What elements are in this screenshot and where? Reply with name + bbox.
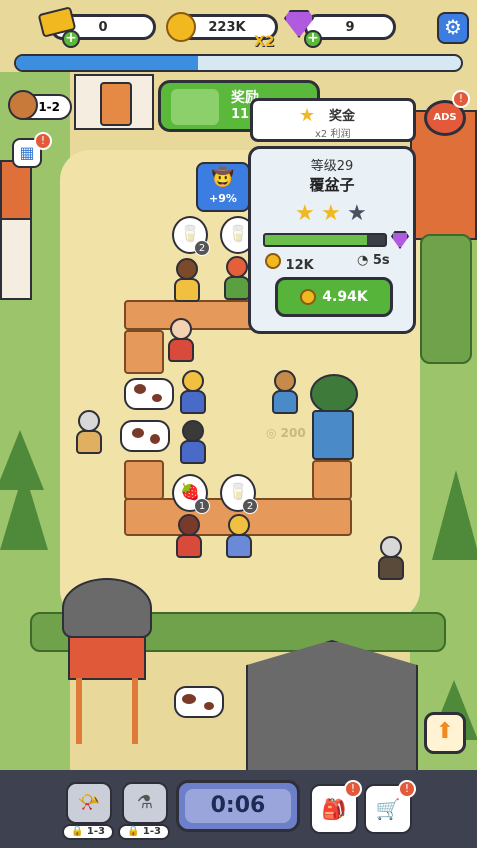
cow[interactable] [174, 686, 224, 718]
left-house-roof [0, 160, 32, 220]
lock-badge: 🔒 1-3 [118, 824, 170, 840]
worker [176, 370, 210, 416]
door [100, 82, 132, 126]
hat-bonus-tag[interactable]: 🤠 +9% [196, 162, 250, 212]
customer [172, 514, 206, 560]
calendar-notification: ! [34, 132, 52, 150]
counter-left [124, 330, 164, 374]
customer [170, 258, 204, 304]
backpack-icon: 🎒 [321, 797, 347, 821]
tool-locked-1[interactable]: 📯 [66, 782, 112, 824]
level-progress-bar [14, 54, 463, 72]
cow[interactable] [120, 420, 170, 452]
old-visitor [374, 536, 408, 582]
bonus-panel[interactable]: ★ 奖金 x2 利润 [250, 98, 416, 142]
customer [164, 318, 198, 364]
star-icon: ★ [321, 201, 341, 226]
milk-icon: 🥛 [228, 224, 248, 243]
settings-gear-icon[interactable]: ⚙ [437, 12, 469, 44]
water-tower[interactable] [62, 578, 152, 748]
upgrade-button[interactable]: 4.94K [275, 277, 393, 317]
item-info-card: 等级29 覆盆子 ★ ★ ★ 12K ◔ 5s 4.94K [248, 146, 416, 334]
old-visitor [72, 410, 106, 456]
flask-icon: ⚗ [136, 792, 154, 813]
add-tickets-button[interactable]: + [62, 30, 80, 48]
star-icon: ★ [295, 201, 315, 226]
coin-icon [265, 253, 281, 269]
time-stat: ◔ 5s [357, 253, 390, 268]
coin-icon [300, 289, 317, 305]
customer [222, 514, 256, 560]
order-bubble: 🥛 2 [220, 474, 258, 514]
add-gems-button[interactable]: + [304, 30, 322, 48]
revenue-stat: 12K [265, 253, 314, 273]
clock-icon: ◔ [357, 253, 369, 268]
counter-right-lower [312, 460, 352, 500]
pine-tree-left-2 [0, 470, 48, 550]
horn-icon: 📯 [77, 792, 101, 813]
raspberry-crate[interactable] [312, 410, 354, 460]
hedge-right-1 [420, 234, 472, 364]
upgrade-arrow-button[interactable]: ⬆ [424, 712, 466, 754]
reward-people-icon [171, 89, 219, 125]
worker [176, 420, 210, 466]
ghost-price: ◎ 200 [266, 426, 306, 440]
gem-icon [391, 231, 409, 249]
counter-left-lower [124, 460, 164, 500]
timer-display: 0:06 [176, 780, 300, 832]
item-progress-fill [265, 235, 367, 245]
barn-roof [246, 640, 418, 780]
raspberry-bush[interactable] [310, 374, 358, 414]
level-progress-fill [16, 56, 199, 70]
order-bubble: 🍓 1 [172, 474, 210, 514]
cow[interactable] [124, 378, 174, 410]
backpack-notification: ! [344, 780, 362, 798]
hat-icon: 🤠 [211, 167, 235, 188]
avatar [8, 90, 38, 120]
lock-badge: 🔒 1-3 [62, 824, 114, 840]
star-icon: ★ [299, 105, 316, 126]
shop-notification: ! [398, 780, 416, 798]
star-icon: ★ [347, 201, 367, 226]
tool-locked-2[interactable]: ⚗ [122, 782, 168, 824]
order-bubble: 🥛 2 [172, 216, 210, 256]
item-progress-bar [263, 233, 387, 247]
pine-tree-right [432, 470, 477, 560]
ads-notification: ! [452, 90, 470, 108]
coin-icon [166, 12, 196, 42]
multiplier-badge: X2 [254, 34, 275, 50]
cart-icon: 🛒 [375, 797, 401, 821]
farmer [268, 370, 302, 416]
